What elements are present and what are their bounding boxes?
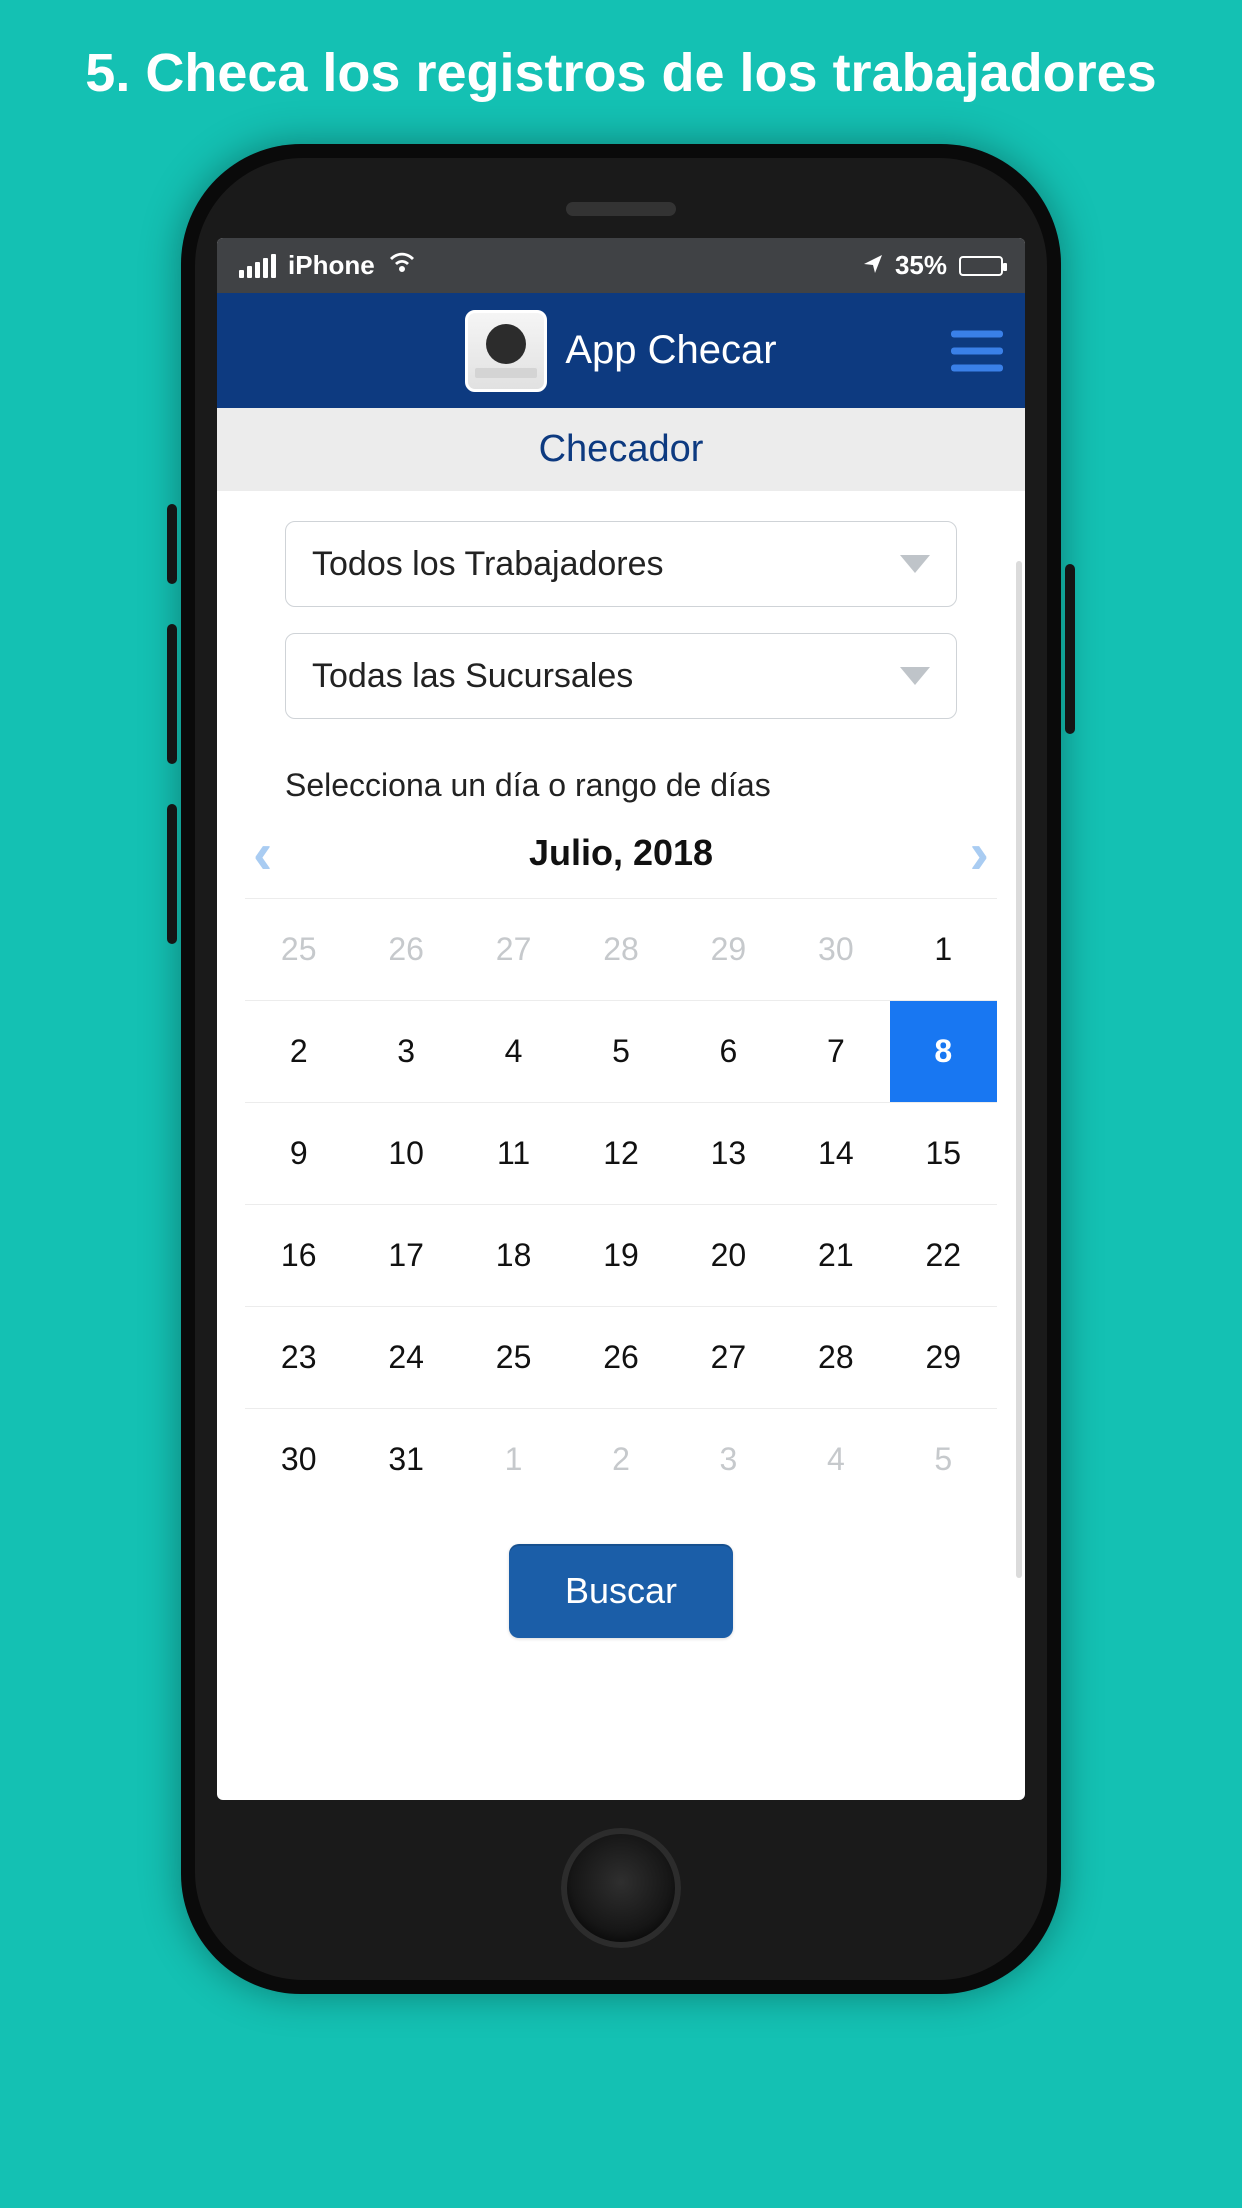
- home-button[interactable]: [561, 1828, 681, 1948]
- calendar-day[interactable]: 17: [352, 1204, 459, 1306]
- calendar-day[interactable]: 24: [352, 1306, 459, 1408]
- calendar-day[interactable]: 4: [782, 1408, 889, 1510]
- wifi-icon: [387, 250, 417, 281]
- app-logo-icon: [465, 310, 547, 392]
- calendar-day[interactable]: 4: [460, 1000, 567, 1102]
- menu-icon[interactable]: [951, 330, 1003, 371]
- helper-text: Selecciona un día o rango de días: [245, 745, 997, 818]
- carrier-label: iPhone: [288, 250, 375, 281]
- calendar-day[interactable]: 2: [567, 1408, 674, 1510]
- phone-side-button: [167, 624, 177, 764]
- calendar-day[interactable]: 13: [675, 1102, 782, 1204]
- battery-percent: 35%: [895, 250, 947, 281]
- calendar-day[interactable]: 16: [245, 1204, 352, 1306]
- calendar: ‹ Julio, 2018 › 252627282930123456789101…: [245, 818, 997, 1510]
- calendar-day[interactable]: 7: [782, 1000, 889, 1102]
- calendar-day[interactable]: 31: [352, 1408, 459, 1510]
- calendar-day[interactable]: 25: [245, 898, 352, 1000]
- branches-select-label: Todas las Sucursales: [312, 657, 633, 696]
- calendar-day[interactable]: 5: [890, 1408, 997, 1510]
- calendar-day[interactable]: 27: [675, 1306, 782, 1408]
- workers-select[interactable]: Todos los Trabajadores: [285, 521, 957, 607]
- phone-side-button: [167, 504, 177, 584]
- calendar-day[interactable]: 9: [245, 1102, 352, 1204]
- calendar-day[interactable]: 23: [245, 1306, 352, 1408]
- calendar-day[interactable]: 30: [245, 1408, 352, 1510]
- calendar-day[interactable]: 29: [890, 1306, 997, 1408]
- calendar-day[interactable]: 25: [460, 1306, 567, 1408]
- scrollbar[interactable]: [1016, 561, 1022, 1578]
- prev-month-button[interactable]: ‹: [253, 839, 272, 868]
- battery-icon: [959, 256, 1003, 276]
- calendar-day[interactable]: 1: [460, 1408, 567, 1510]
- chevron-down-icon: [900, 667, 930, 685]
- location-icon: [863, 250, 883, 281]
- calendar-day[interactable]: 29: [675, 898, 782, 1000]
- workers-select-label: Todos los Trabajadores: [312, 545, 664, 584]
- calendar-day[interactable]: 26: [352, 898, 459, 1000]
- calendar-day[interactable]: 15: [890, 1102, 997, 1204]
- content-area: Todos los Trabajadores Todas las Sucursa…: [217, 491, 1025, 1658]
- calendar-day[interactable]: 28: [567, 898, 674, 1000]
- calendar-grid: 2526272829301234567891011121314151617181…: [245, 898, 997, 1510]
- calendar-day[interactable]: 6: [675, 1000, 782, 1102]
- calendar-day[interactable]: 26: [567, 1306, 674, 1408]
- branches-select[interactable]: Todas las Sucursales: [285, 633, 957, 719]
- chevron-down-icon: [900, 555, 930, 573]
- phone-speaker: [566, 202, 676, 216]
- app-header: App Checar: [217, 293, 1025, 408]
- calendar-day[interactable]: 5: [567, 1000, 674, 1102]
- status-bar: iPhone 35%: [217, 238, 1025, 293]
- calendar-day[interactable]: 8: [890, 1000, 997, 1102]
- calendar-day[interactable]: 28: [782, 1306, 889, 1408]
- calendar-day[interactable]: 22: [890, 1204, 997, 1306]
- phone-side-button: [167, 804, 177, 944]
- page-subtitle: Checador: [217, 408, 1025, 491]
- signal-icon: [239, 254, 276, 278]
- phone-device: iPhone 35%: [181, 144, 1061, 1994]
- calendar-day[interactable]: 19: [567, 1204, 674, 1306]
- calendar-day[interactable]: 14: [782, 1102, 889, 1204]
- calendar-day[interactable]: 12: [567, 1102, 674, 1204]
- phone-side-button: [1065, 564, 1075, 734]
- calendar-day[interactable]: 10: [352, 1102, 459, 1204]
- calendar-day[interactable]: 3: [675, 1408, 782, 1510]
- calendar-day[interactable]: 21: [782, 1204, 889, 1306]
- calendar-day[interactable]: 11: [460, 1102, 567, 1204]
- promo-heading: 5. Checa los registros de los trabajador…: [0, 0, 1242, 144]
- calendar-day[interactable]: 1: [890, 898, 997, 1000]
- calendar-day[interactable]: 3: [352, 1000, 459, 1102]
- search-button[interactable]: Buscar: [509, 1544, 733, 1638]
- month-label: Julio, 2018: [529, 832, 713, 874]
- screen: iPhone 35%: [217, 238, 1025, 1800]
- calendar-day[interactable]: 18: [460, 1204, 567, 1306]
- calendar-day[interactable]: 27: [460, 898, 567, 1000]
- app-title: App Checar: [565, 328, 776, 373]
- calendar-day[interactable]: 2: [245, 1000, 352, 1102]
- calendar-day[interactable]: 20: [675, 1204, 782, 1306]
- next-month-button[interactable]: ›: [970, 839, 989, 868]
- calendar-day[interactable]: 30: [782, 898, 889, 1000]
